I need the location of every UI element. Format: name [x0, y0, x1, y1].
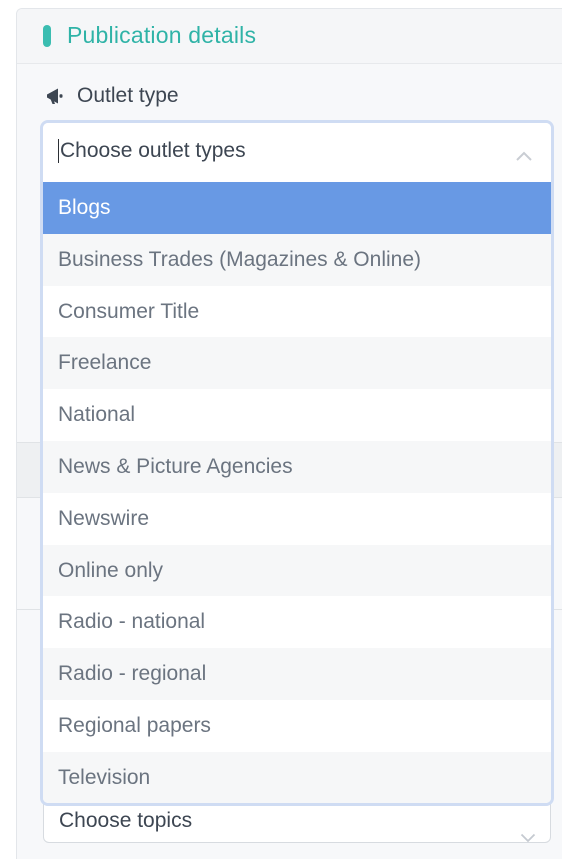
option-consumer-title[interactable]: Consumer Title — [43, 285, 551, 338]
option-national[interactable]: National — [43, 389, 551, 441]
option-blogs[interactable]: Blogs — [43, 182, 551, 234]
topics-placeholder: Choose topics — [59, 809, 193, 832]
outlet-type-options: Blogs Business Trades (Magazines & Online… — [43, 182, 551, 803]
chevron-up-icon[interactable] — [515, 149, 533, 167]
chevron-down-icon — [520, 816, 536, 858]
option-freelance[interactable]: Freelance — [43, 337, 551, 390]
outlet-type-dropdown[interactable]: Choose outlet types Blogs Business Trades… — [40, 120, 554, 806]
outlet-type-select[interactable]: Choose outlet types — [43, 123, 551, 182]
option-television[interactable]: Television — [43, 751, 551, 803]
option-regional-papers[interactable]: Regional papers — [43, 699, 551, 752]
option-newswire[interactable]: Newswire — [43, 492, 551, 545]
option-business-trades-magazines-online[interactable]: Business Trades (Magazines & Online) — [43, 233, 551, 286]
outlet-type-input[interactable]: Choose outlet types — [58, 139, 246, 163]
outlet-type-label: Outlet type — [45, 83, 179, 109]
megaphone-icon — [45, 86, 67, 106]
option-radio-regional[interactable]: Radio - regional — [43, 648, 551, 700]
outlet-type-placeholder: Choose outlet types — [60, 139, 246, 162]
option-news-picture-agencies[interactable]: News & Picture Agencies — [43, 440, 551, 493]
header-accent-bar — [43, 25, 51, 47]
panel-header: Publication details — [17, 9, 562, 64]
option-radio-national[interactable]: Radio - national — [43, 596, 551, 649]
panel-title: Publication details — [67, 22, 257, 48]
outlet-type-label-text: Outlet type — [77, 84, 179, 107]
text-cursor — [58, 139, 59, 163]
option-online-only[interactable]: Online only — [43, 544, 551, 597]
